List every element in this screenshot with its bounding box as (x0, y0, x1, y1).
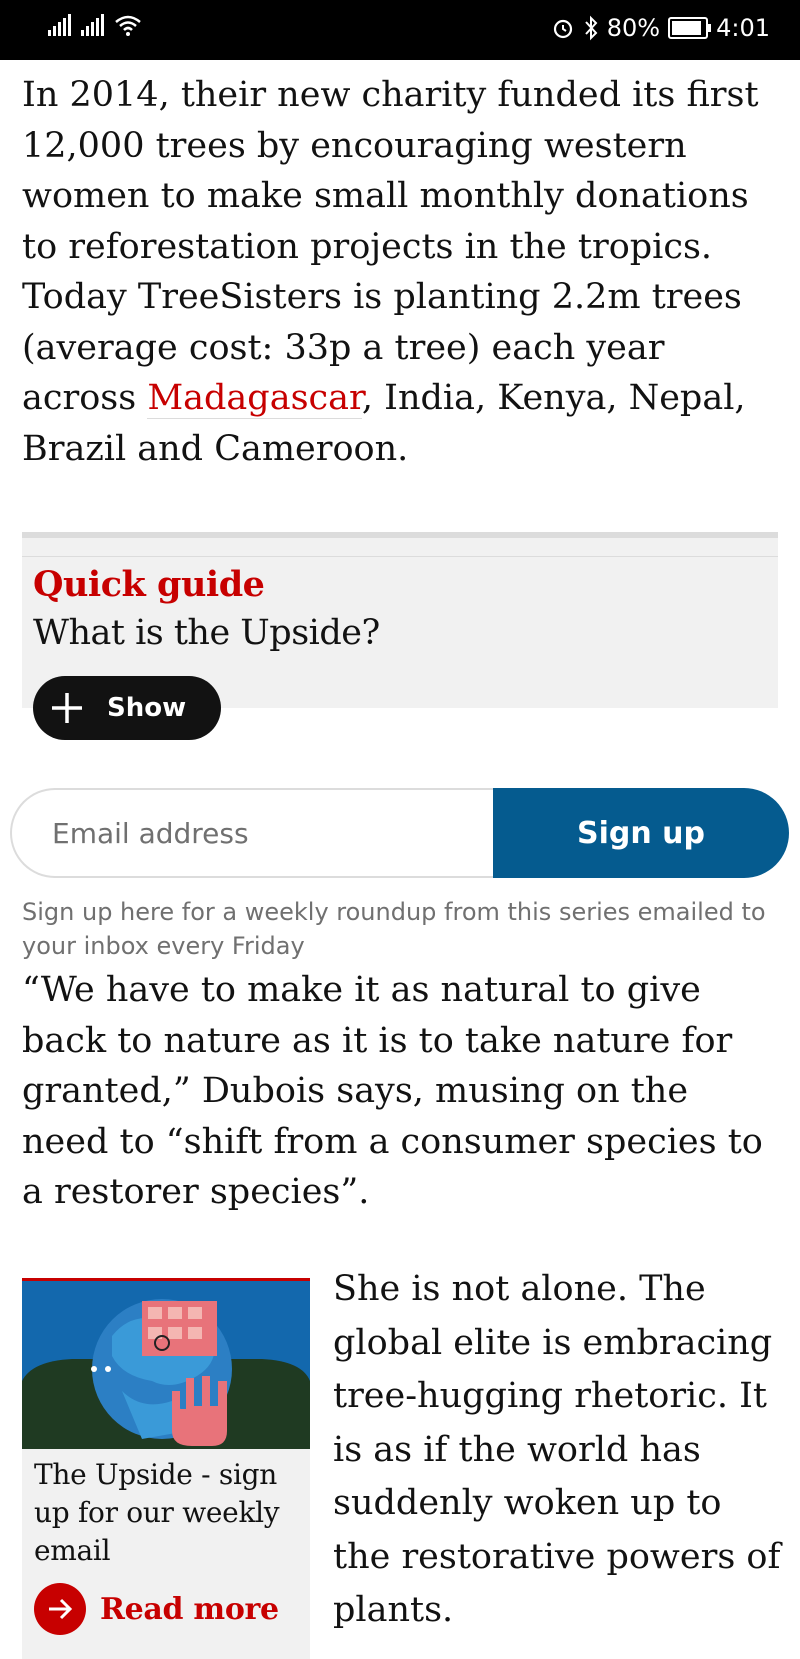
battery-percent: 80% (606, 14, 661, 42)
status-right: 80% 4:01 (551, 14, 770, 42)
article-paragraph-side: She is not alone. The global elite is em… (333, 1269, 781, 1630)
status-left (48, 14, 142, 36)
plus-icon (41, 682, 93, 734)
sign-up-label: Sign up (577, 815, 705, 851)
quote-paragraph: “We have to make it as natural to give b… (22, 970, 763, 1212)
wifi-icon (115, 15, 141, 36)
signup-note: Sign up here for a weekly roundup from t… (22, 898, 766, 960)
email-field[interactable]: Email address (10, 788, 500, 878)
quick-guide-rule (22, 556, 778, 557)
clock: 4:01 (716, 14, 770, 42)
article-paragraph: In 2014, their new charity funded its fi… (22, 70, 782, 474)
battery-icon (668, 17, 712, 39)
promo-title: The Upside - sign up for our weekly emai… (34, 1458, 280, 1567)
globe-hands-illustration (22, 1281, 310, 1449)
madagascar-link[interactable]: Madagascar (147, 378, 362, 419)
quick-guide-title: What is the Upside? (33, 613, 380, 653)
show-button[interactable]: Show (33, 676, 221, 740)
paragraph-text: In 2014, their new charity funded its fi… (22, 75, 759, 418)
signal-icon (48, 14, 71, 36)
signal-icon (81, 14, 104, 36)
alarm-icon (553, 19, 572, 39)
status-bar: 80% 4:01 (0, 0, 800, 60)
promo-illustration (22, 1281, 310, 1449)
quick-guide-kicker: Quick guide (33, 564, 265, 605)
arrow-right-icon (34, 1583, 86, 1635)
sign-up-button[interactable]: Sign up (493, 788, 789, 878)
email-placeholder: Email address (52, 816, 249, 850)
read-more-label: Read more (100, 1591, 279, 1627)
show-label: Show (107, 693, 187, 723)
read-more-link[interactable]: Read more (34, 1583, 279, 1635)
promo-card[interactable]: The Upside - sign up for our weekly emai… (22, 1278, 310, 1659)
bluetooth-icon (585, 15, 598, 41)
